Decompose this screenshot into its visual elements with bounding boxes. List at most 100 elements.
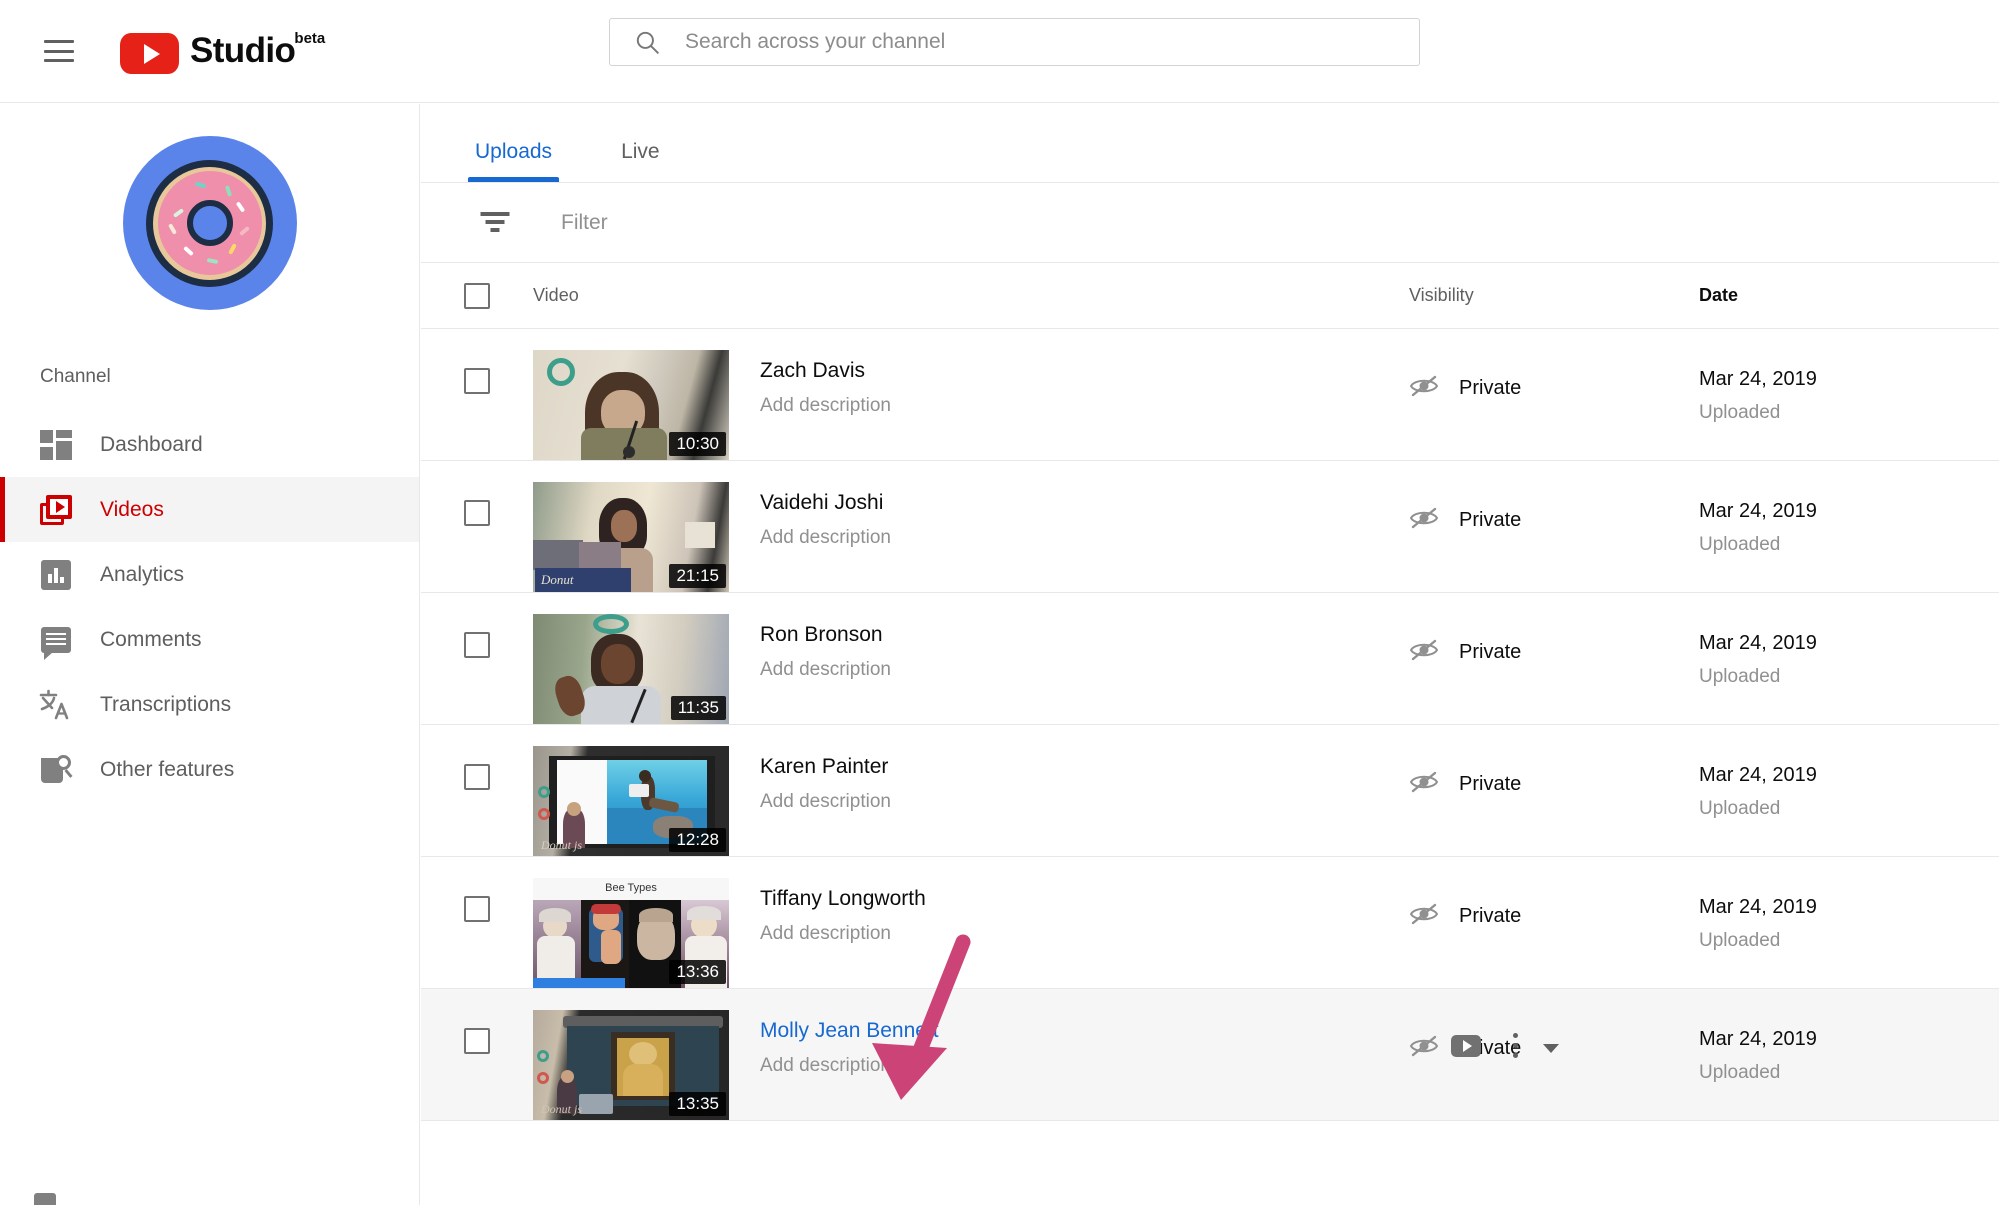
- sidebar-item-dashboard[interactable]: Dashboard: [0, 412, 419, 477]
- eye-off-icon: [1409, 506, 1439, 535]
- video-date-status: Uploaded: [1699, 798, 1781, 819]
- sidebar-label-transcriptions: Transcriptions: [100, 692, 232, 716]
- video-title[interactable]: Karen Painter: [760, 754, 891, 780]
- dashboard-icon: [38, 427, 74, 463]
- sidebar-label-comments: Comments: [100, 627, 202, 651]
- sidebar-label-other-features: Other features: [100, 757, 235, 781]
- video-description[interactable]: Add description: [760, 659, 891, 681]
- video-description[interactable]: Add description: [760, 527, 891, 549]
- video-duration: 13:35: [669, 1092, 726, 1116]
- top-bar: Studio beta: [0, 0, 1999, 103]
- search-input[interactable]: [685, 30, 1419, 54]
- sidebar-item-analytics[interactable]: Analytics: [0, 542, 419, 607]
- video-title[interactable]: Zach Davis: [760, 358, 891, 384]
- video-thumbnail[interactable]: 10:30: [533, 350, 729, 460]
- video-date: Mar 24, 2019: [1699, 896, 1817, 918]
- video-title[interactable]: Ron Bronson: [760, 622, 891, 648]
- youtube-logo-icon: [120, 33, 179, 74]
- video-title[interactable]: Tiffany Longworth: [760, 886, 926, 912]
- video-thumbnail[interactable]: Donut 21:15: [533, 482, 729, 592]
- row-checkbox[interactable]: [464, 764, 490, 790]
- donut-avatar: [122, 136, 297, 310]
- video-date: Mar 24, 2019: [1699, 764, 1817, 786]
- visibility-label: Private: [1459, 773, 1522, 795]
- video-description[interactable]: Add description: [760, 1055, 939, 1077]
- sidebar-item-transcriptions[interactable]: Transcriptions: [0, 672, 419, 737]
- video-thumbnail[interactable]: 11:35: [533, 614, 729, 724]
- visibility-label: Private: [1459, 905, 1522, 927]
- video-date-status: Uploaded: [1699, 666, 1781, 687]
- select-all-checkbox[interactable]: [464, 282, 490, 309]
- chevron-down-icon[interactable]: [1543, 1044, 1560, 1053]
- filter-icon[interactable]: [478, 210, 511, 235]
- sidebar: Channel Dashboard Videos Analytics Comme…: [0, 104, 420, 1205]
- video-description[interactable]: Add description: [760, 395, 891, 417]
- eye-off-icon: [1409, 374, 1439, 403]
- content-tabs: Uploads Live: [421, 104, 1999, 182]
- video-duration: 11:35: [670, 696, 726, 720]
- visibility-label: Private: [1459, 377, 1522, 399]
- video-duration: 13:36: [669, 960, 726, 984]
- table-row[interactable]: Bee Types 13:36 Tiffany Longworth Add de…: [421, 857, 1999, 989]
- video-date: Mar 24, 2019: [1699, 1028, 1817, 1050]
- column-header-video: Video: [533, 285, 579, 305]
- video-date-status: Uploaded: [1699, 1062, 1781, 1083]
- table-row[interactable]: Donut 21:15 Vaidehi Joshi Add descriptio…: [421, 461, 1999, 593]
- filter-input[interactable]: [561, 210, 1061, 235]
- sidebar-item-videos[interactable]: Videos: [0, 477, 419, 542]
- column-header-date[interactable]: Date: [1699, 285, 1738, 305]
- table-header: Video Visibility Date: [421, 263, 1999, 329]
- sidebar-label-videos: Videos: [100, 497, 164, 521]
- channel-section-label: Channel: [40, 366, 111, 387]
- comments-icon: [38, 622, 74, 660]
- brand-title: Studio: [190, 31, 296, 70]
- sidebar-item-other-features[interactable]: Other features: [0, 737, 419, 802]
- column-header-visibility[interactable]: Visibility: [1409, 285, 1474, 305]
- studio-logo[interactable]: Studio beta: [120, 28, 325, 74]
- row-hover-actions: [1451, 1033, 1518, 1058]
- table-row[interactable]: Donut js 12:28 Karen Painter Add descrip…: [421, 725, 1999, 857]
- tab-live[interactable]: Live: [614, 140, 667, 182]
- analytics-icon: [38, 557, 74, 593]
- translate-icon: [38, 687, 74, 723]
- row-checkbox[interactable]: [464, 896, 490, 922]
- row-checkbox[interactable]: [464, 500, 490, 526]
- youtube-studio-window: Studio beta Search across your channel C…: [0, 0, 1999, 1205]
- sidebar-item-comments[interactable]: Comments: [0, 607, 419, 672]
- eye-off-icon: [1409, 638, 1439, 667]
- video-duration: 10:30: [669, 432, 726, 456]
- search-bar[interactable]: [609, 18, 1420, 66]
- table-row[interactable]: Donut js 13:35 Molly Jean Bennett Add de…: [421, 989, 1999, 1121]
- video-date: Mar 24, 2019: [1699, 632, 1817, 654]
- row-checkbox[interactable]: [464, 632, 490, 658]
- eye-off-icon: [1409, 770, 1439, 799]
- table-row[interactable]: 11:35 Ron Bronson Add description Privat…: [421, 593, 1999, 725]
- sidebar-bottom-icon[interactable]: [34, 1193, 56, 1205]
- video-thumbnail[interactable]: Bee Types 13:36: [533, 878, 729, 988]
- video-thumbnail[interactable]: Donut js 13:35: [533, 1010, 729, 1120]
- eye-off-icon: [1409, 902, 1439, 931]
- video-date-status: Uploaded: [1699, 930, 1781, 951]
- eye-off-icon: [1409, 1034, 1439, 1063]
- sidebar-label-dashboard: Dashboard: [100, 432, 203, 456]
- visibility-label: Private: [1459, 509, 1522, 531]
- video-duration: 12:28: [669, 828, 726, 852]
- main-content: Uploads Live Video Visibility Date: [421, 104, 1999, 1205]
- video-thumbnail[interactable]: Donut js 12:28: [533, 746, 729, 856]
- video-title[interactable]: Vaidehi Joshi: [760, 490, 891, 516]
- sidebar-nav: Dashboard Videos Analytics Comments Tran…: [0, 412, 419, 802]
- more-vertical-icon[interactable]: [1513, 1033, 1518, 1058]
- tab-uploads[interactable]: Uploads: [468, 140, 560, 182]
- filter-row: [421, 182, 1999, 263]
- video-description[interactable]: Add description: [760, 923, 926, 945]
- table-row[interactable]: 10:30 Zach Davis Add description Private…: [421, 329, 1999, 461]
- video-date-status: Uploaded: [1699, 534, 1781, 555]
- video-description[interactable]: Add description: [760, 791, 891, 813]
- row-checkbox[interactable]: [464, 368, 490, 394]
- other-features-icon: [38, 752, 74, 788]
- video-title[interactable]: Molly Jean Bennett: [760, 1018, 939, 1044]
- hamburger-icon[interactable]: [44, 40, 74, 62]
- row-checkbox[interactable]: [464, 1028, 490, 1054]
- youtube-play-icon[interactable]: [1451, 1034, 1481, 1057]
- video-duration: 21:15: [669, 564, 726, 588]
